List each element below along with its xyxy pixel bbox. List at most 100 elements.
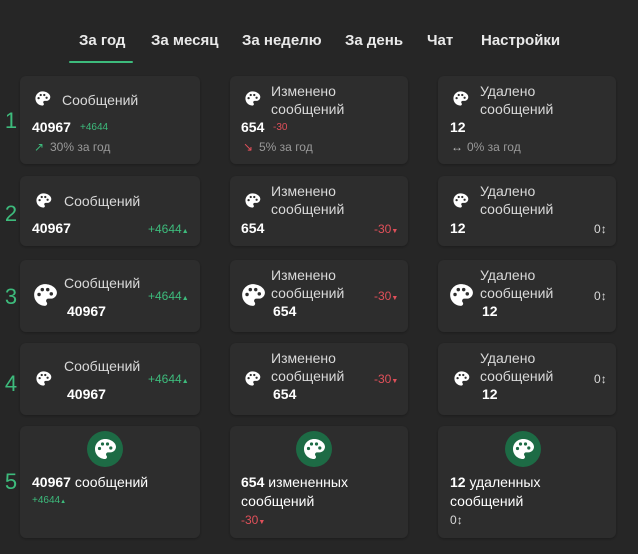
arrow-icon: ▲ bbox=[181, 378, 189, 385]
card-label-2: сообщений bbox=[271, 201, 345, 217]
row-number-2: 2 bbox=[4, 201, 18, 226]
arrow-icon: ▲ bbox=[181, 295, 189, 302]
card-label-2: сообщений bbox=[271, 285, 345, 301]
arrow-icon: ▼ bbox=[258, 519, 266, 526]
tab-month[interactable]: За месяц bbox=[151, 32, 218, 49]
arrow-icon: ↕ bbox=[600, 289, 607, 303]
arrow-icon: ▲ bbox=[181, 228, 189, 235]
card-label-2: сообщений bbox=[480, 201, 554, 217]
palette-icon bbox=[244, 370, 261, 387]
tab-settings[interactable]: Настройки bbox=[481, 32, 560, 49]
arrow-icon: ↕ bbox=[600, 372, 607, 386]
card-value: 40967 сообщений bbox=[32, 474, 149, 490]
card-value-unit: сообщений bbox=[241, 493, 315, 509]
card-trend: ↗ 30% за год bbox=[34, 140, 111, 154]
card-value: 40967 bbox=[32, 119, 71, 135]
card-delta: +4644▲ bbox=[148, 222, 189, 236]
row-number-4: 4 bbox=[4, 371, 18, 396]
row-number-3: 3 bbox=[4, 284, 18, 309]
card-value: 12 bbox=[450, 220, 466, 236]
arrow-icon: ▼ bbox=[391, 228, 399, 235]
stat-card-changed: Изменено сообщений 654 -30▼ bbox=[230, 260, 408, 332]
card-value: 12 удаленных bbox=[450, 474, 541, 490]
card-delta: +4644▲ bbox=[32, 495, 67, 506]
stat-card-messages: Сообщений 40967 +4644▲ bbox=[20, 176, 200, 246]
arrow-icon: ▲ bbox=[60, 499, 67, 505]
card-delta: +4644 bbox=[80, 122, 109, 133]
card-value: 654 bbox=[273, 386, 297, 402]
card-value: 12 bbox=[450, 119, 466, 135]
card-label-2: сообщений bbox=[480, 101, 554, 117]
palette-icon bbox=[244, 192, 261, 209]
card-label: Удалено bbox=[480, 267, 536, 283]
card-label: Удалено bbox=[480, 350, 536, 366]
palette-icon bbox=[296, 431, 332, 467]
palette-icon bbox=[240, 282, 266, 308]
card-label: Изменено bbox=[271, 350, 336, 366]
stat-card-changed: Изменено сообщений 654 -30▼ bbox=[230, 343, 408, 415]
card-label-2: сообщений bbox=[480, 368, 554, 384]
palette-icon bbox=[452, 192, 469, 209]
palette-icon bbox=[35, 370, 52, 387]
card-value: 12 bbox=[482, 303, 498, 319]
stat-card-messages: Сообщений 40967 +4644▲ bbox=[20, 260, 200, 332]
stat-card-messages: Сообщений 40967 +4644 ↗ 30% за год bbox=[20, 76, 200, 164]
stat-card-messages: Сообщений 40967 +4644▲ bbox=[20, 343, 200, 415]
stat-card-deleted: 12 удаленных сообщений 0↕ bbox=[438, 426, 616, 538]
card-label: Изменено bbox=[271, 83, 336, 99]
trend-up-icon: ↗ bbox=[34, 140, 45, 154]
card-value: 40967 bbox=[67, 303, 106, 319]
tab-week[interactable]: За неделю bbox=[242, 32, 322, 49]
card-value-unit: сообщений bbox=[450, 493, 524, 509]
arrow-icon: ↕ bbox=[456, 513, 463, 527]
stat-card-changed: Изменено сообщений 654 -30▼ bbox=[230, 176, 408, 246]
card-delta: +4644▲ bbox=[148, 372, 189, 386]
palette-icon bbox=[87, 431, 123, 467]
card-delta: -30▼ bbox=[374, 222, 399, 236]
card-label: Удалено bbox=[480, 83, 536, 99]
card-label: Сообщений bbox=[62, 92, 139, 108]
palette-icon bbox=[448, 282, 474, 308]
palette-icon bbox=[34, 90, 51, 107]
active-tab-indicator bbox=[69, 61, 133, 63]
card-label: Изменено bbox=[271, 183, 336, 199]
card-delta: +4644▲ bbox=[148, 289, 189, 303]
card-value: 654 bbox=[273, 303, 297, 319]
tab-chat[interactable]: Чат bbox=[427, 32, 453, 49]
arrow-icon: ▼ bbox=[391, 378, 399, 385]
stat-card-messages: 40967 сообщений +4644▲ bbox=[20, 426, 200, 538]
stat-card-deleted: Удалено сообщений 12 ↔ 0% за год bbox=[438, 76, 616, 164]
card-delta: -30▼ bbox=[241, 513, 266, 527]
palette-icon bbox=[453, 370, 470, 387]
stat-card-changed: Изменено сообщений 654 -30 ↘ 5% за год bbox=[230, 76, 408, 164]
arrow-icon: ▼ bbox=[391, 295, 399, 302]
tab-day[interactable]: За день bbox=[345, 32, 403, 49]
card-delta: -30▼ bbox=[374, 372, 399, 386]
row-number-1: 1 bbox=[4, 108, 18, 133]
trend-down-icon: ↘ bbox=[243, 140, 254, 154]
card-trend: ↔ 0% за год bbox=[451, 140, 521, 154]
card-label-2: сообщений bbox=[480, 285, 554, 301]
palette-icon bbox=[35, 192, 52, 209]
palette-icon bbox=[32, 282, 58, 308]
card-delta: 0↕ bbox=[594, 222, 607, 236]
card-label: Изменено bbox=[271, 267, 336, 283]
card-value: 40967 bbox=[67, 386, 106, 402]
card-label: Сообщений bbox=[64, 275, 141, 291]
card-value: 654 bbox=[241, 220, 265, 236]
card-label: Удалено bbox=[480, 183, 536, 199]
card-delta: 0↕ bbox=[594, 289, 607, 303]
card-delta: 0↕ bbox=[594, 372, 607, 386]
palette-icon bbox=[505, 431, 541, 467]
card-label: Сообщений bbox=[64, 193, 141, 209]
row-number-5: 5 bbox=[4, 469, 18, 494]
palette-icon bbox=[452, 90, 469, 107]
card-label: Сообщений bbox=[64, 358, 141, 374]
stat-card-deleted: Удалено сообщений 12 0↕ bbox=[438, 260, 616, 332]
card-delta: -30 bbox=[273, 122, 288, 133]
card-trend: ↘ 5% за год bbox=[243, 140, 313, 154]
arrow-icon: ↕ bbox=[600, 222, 607, 236]
tab-year[interactable]: За год bbox=[79, 32, 125, 49]
period-tabs: За год За месяц За неделю За день Чат На… bbox=[0, 0, 638, 70]
stat-card-deleted: Удалено сообщений 12 0↕ bbox=[438, 343, 616, 415]
